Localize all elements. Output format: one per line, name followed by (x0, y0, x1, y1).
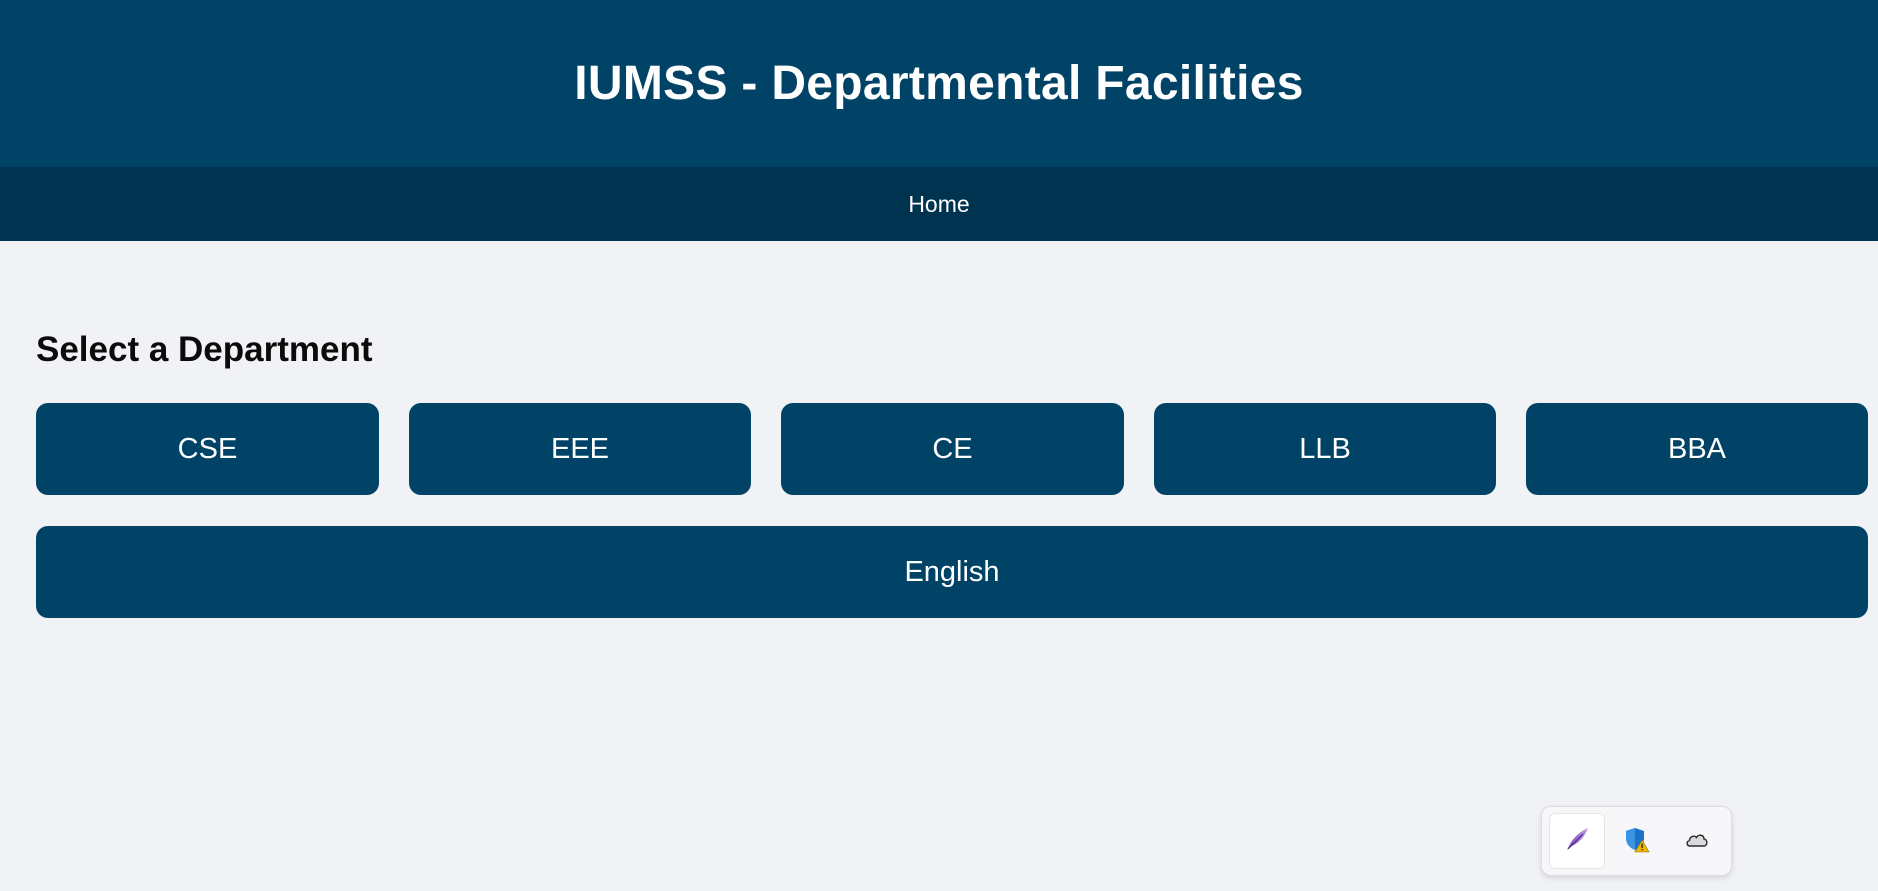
department-button-llb[interactable]: LLB (1154, 403, 1496, 495)
department-button-bba[interactable]: BBA (1526, 403, 1868, 495)
tray-item-pen[interactable] (1549, 813, 1605, 869)
cloud-icon (1683, 825, 1711, 858)
nav-bar: Home (0, 167, 1878, 241)
nav-home-link[interactable]: Home (908, 191, 969, 218)
page-header: IUMSS - Departmental Facilities (0, 0, 1878, 167)
tray-item-cloud[interactable] (1669, 813, 1725, 869)
pen-icon (1563, 825, 1591, 858)
department-button-cse[interactable]: CSE (36, 403, 379, 495)
department-button-ce[interactable]: CE (781, 403, 1124, 495)
system-tray-flyout (1541, 806, 1732, 876)
tray-item-security[interactable] (1609, 813, 1665, 869)
shield-warning-icon (1623, 825, 1651, 858)
department-button-english[interactable]: English (36, 526, 1868, 618)
department-button-eee[interactable]: EEE (409, 403, 751, 495)
page-title: IUMSS - Departmental Facilities (574, 57, 1304, 110)
section-title: Select a Department (36, 330, 373, 369)
